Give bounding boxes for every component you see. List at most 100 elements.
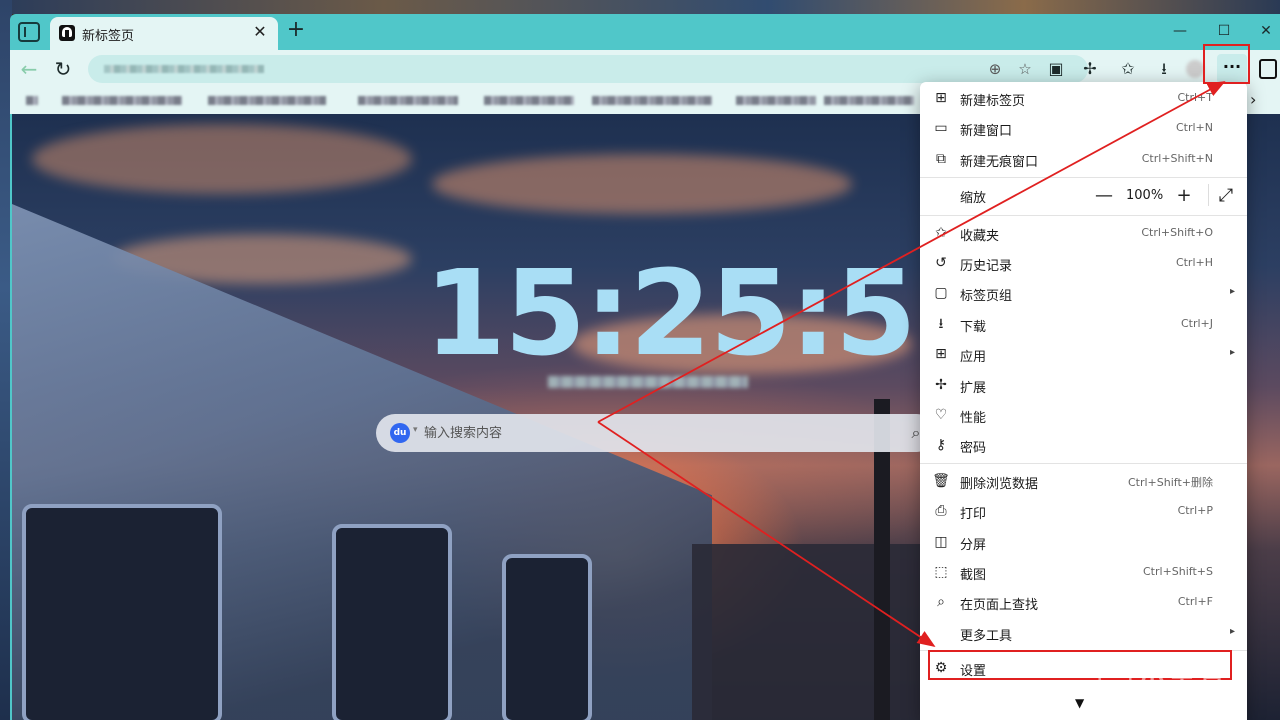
address-bar[interactable]: ⊕ ☆ <box>88 55 1088 83</box>
zoom-label: 缩放 <box>960 191 987 206</box>
favorite-item[interactable] <box>484 96 574 105</box>
train-window <box>332 524 452 720</box>
settings-more-menu: ⊞ 新建标签页 Ctrl+T ▭ 新建窗口 Ctrl+N ⧉ 新建无痕窗口 Ct… <box>920 82 1247 720</box>
menu-item-label: 新建标签页 <box>960 94 1026 109</box>
favorite-star-icon[interactable]: ☆ <box>1014 58 1036 80</box>
favorite-item[interactable] <box>208 96 326 105</box>
menu-item-shortcut: Ctrl+Shift+O <box>1141 226 1213 239</box>
menu-item-downloads[interactable]: ⭳ 下载 Ctrl+J <box>920 309 1247 339</box>
menu-item-shortcut: Ctrl+T <box>1177 91 1213 104</box>
profile-avatar[interactable] <box>1186 60 1204 78</box>
fullscreen-button[interactable]: ⤢ <box>1214 184 1238 208</box>
zoom-divider <box>1208 184 1209 206</box>
menu-item-label: 删除浏览数据 <box>960 477 1039 492</box>
new-window-icon: ▭ <box>934 120 948 136</box>
menu-item-favorites[interactable]: ✩ 收藏夹 Ctrl+Shift+O <box>920 218 1247 248</box>
baidu-paw-icon[interactable]: du <box>390 423 410 443</box>
minimize-button[interactable]: — <box>1160 20 1200 42</box>
zoom-value: 100% <box>1126 188 1164 203</box>
annotation-box-more-button <box>1203 44 1250 84</box>
tab-groups-icon: ▢ <box>934 285 948 301</box>
menu-item-label: 标签页组 <box>960 289 1013 304</box>
close-window-button[interactable]: ✕ <box>1246 20 1280 42</box>
download-icon: ⭳ <box>938 316 944 332</box>
refresh-button[interactable]: ↻ <box>50 56 76 82</box>
extensions-icon[interactable]: ✢ <box>1078 57 1102 81</box>
menu-item-label: 在页面上查找 <box>960 598 1039 613</box>
menu-scroll-down-icon[interactable]: ▼ <box>1075 696 1084 710</box>
favorite-item[interactable] <box>824 96 914 105</box>
download-icon[interactable]: ⭳ <box>1152 57 1176 81</box>
menu-item-label: 密码 <box>960 441 987 456</box>
collections-icon[interactable]: ▣ <box>1044 57 1068 81</box>
back-button[interactable]: ← <box>16 56 42 82</box>
menu-item-shortcut: Ctrl+J <box>1180 317 1213 330</box>
search-input[interactable] <box>424 421 844 445</box>
menu-item-shortcut: Ctrl+N <box>1175 121 1213 134</box>
print-icon: ⎙ <box>935 503 947 519</box>
screenshot-icon: ⬚ <box>934 564 948 580</box>
menu-item-label: 打印 <box>960 507 987 522</box>
favorite-item[interactable] <box>62 96 182 105</box>
menu-item-screenshot[interactable]: ⬚ 截图 Ctrl+Shift+S <box>920 557 1247 587</box>
menu-item-label: 扩展 <box>960 381 987 396</box>
cloud-decoration <box>32 124 412 194</box>
menu-item-extensions[interactable]: ✢ 扩展 <box>920 370 1247 400</box>
menu-item-new-window[interactable]: ▭ 新建窗口 Ctrl+N <box>920 113 1247 143</box>
menu-item-shortcut: Ctrl+F <box>1177 595 1213 608</box>
menu-item-clear-browsing-data[interactable]: 🗑 删除浏览数据 Ctrl+Shift+删除 <box>920 466 1247 496</box>
maximize-button[interactable]: ☐ <box>1204 20 1244 42</box>
menu-item-tab-groups[interactable]: ▢ 标签页组 ▸ <box>920 278 1247 308</box>
performance-icon: ♡ <box>934 407 948 423</box>
zoom-in-button[interactable]: + <box>1172 184 1196 208</box>
favorites-icon[interactable]: ✩ <box>1116 57 1140 81</box>
sidebar-toggle-icon[interactable] <box>1259 59 1277 79</box>
split-screen-icon: ◫ <box>934 534 948 550</box>
tab-title: 新标签页 <box>82 29 135 44</box>
menu-item-performance[interactable]: ♡ 性能 <box>920 400 1247 430</box>
watermark-text: 小黑盒 <box>1138 665 1229 698</box>
new-tab-button[interactable]: + <box>284 19 308 43</box>
zoom-out-button[interactable]: — <box>1092 184 1116 208</box>
menu-item-label: 更多工具 <box>960 629 1013 644</box>
engine-dropdown-icon[interactable]: ▾ <box>413 425 418 435</box>
address-url-redacted <box>104 65 264 73</box>
favorites-overflow-icon[interactable]: › <box>1250 90 1256 109</box>
menu-item-label: 性能 <box>960 411 987 426</box>
menu-item-label: 新建窗口 <box>960 124 1013 139</box>
clock: 15:25:59 <box>424 244 997 382</box>
menu-item-shortcut: Ctrl+P <box>1177 504 1213 517</box>
menu-item-label: 下载 <box>960 320 987 335</box>
password-key-icon: ⚷ <box>935 437 947 453</box>
favorite-item[interactable] <box>358 96 458 105</box>
menu-item-label: 新建无痕窗口 <box>960 155 1039 170</box>
inprivate-window-icon: ⧉ <box>936 151 946 167</box>
tab-close-icon[interactable]: ✕ <box>250 22 270 42</box>
menu-item-new-tab[interactable]: ⊞ 新建标签页 Ctrl+T <box>920 83 1247 113</box>
menu-item-label: 分屏 <box>960 538 987 553</box>
menu-item-shortcut: Ctrl+Shift+S <box>1143 565 1213 578</box>
tab-actions-icon[interactable] <box>18 22 40 42</box>
menu-item-more-tools[interactable]: 更多工具 ▸ <box>920 618 1247 648</box>
train-window <box>22 504 222 720</box>
tab-new-tab[interactable]: 新标签页 ✕ <box>50 17 278 50</box>
favorite-item[interactable] <box>736 96 816 105</box>
history-icon: ↺ <box>935 255 947 271</box>
menu-item-apps[interactable]: ⊞ 应用 ▸ <box>920 339 1247 369</box>
favorite-item[interactable] <box>592 96 712 105</box>
menu-item-shortcut: Ctrl+H <box>1175 256 1213 269</box>
submenu-arrow-icon: ▸ <box>1229 626 1235 637</box>
menu-item-find-on-page[interactable]: ⌕ 在页面上查找 Ctrl+F <box>920 587 1247 617</box>
favorite-item[interactable] <box>26 96 38 105</box>
menu-item-history[interactable]: ↺ 历史记录 Ctrl+H <box>920 248 1247 278</box>
search-box[interactable]: du ▾ ⌕ <box>376 414 936 452</box>
train-window <box>502 554 592 720</box>
menu-item-split-screen[interactable]: ◫ 分屏 <box>920 527 1247 557</box>
find-on-page-icon: ⌕ <box>937 594 945 610</box>
date-redacted <box>548 376 748 388</box>
menu-item-passwords[interactable]: ⚷ 密码 <box>920 430 1247 460</box>
cloud-decoration <box>432 154 852 214</box>
zoom-icon[interactable]: ⊕ <box>984 58 1006 80</box>
menu-item-print[interactable]: ⎙ 打印 Ctrl+P <box>920 496 1247 526</box>
menu-item-new-inprivate[interactable]: ⧉ 新建无痕窗口 Ctrl+Shift+N <box>920 144 1247 174</box>
